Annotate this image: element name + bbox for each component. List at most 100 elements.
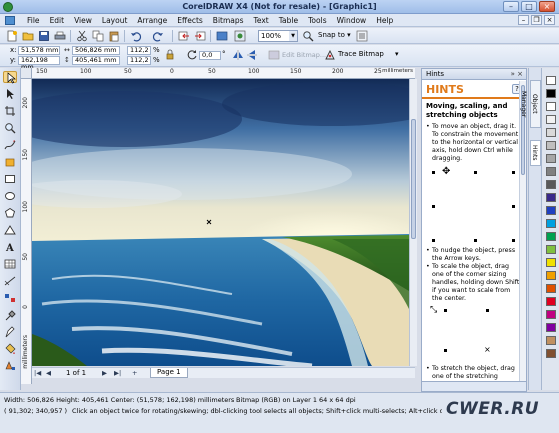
- menu-edit[interactable]: Edit: [45, 16, 70, 25]
- eyedropper-tool-icon[interactable]: [3, 309, 17, 321]
- vertical-scrollbar[interactable]: [409, 79, 417, 366]
- zoom-tool-icon[interactable]: [3, 122, 17, 134]
- parallel-dimension-tool-icon[interactable]: [3, 275, 17, 287]
- angle-field[interactable]: 0,0: [199, 51, 221, 60]
- ruler-origin[interactable]: [21, 68, 32, 79]
- trace-bitmap-button[interactable]: Trace Bitmap: [338, 50, 384, 58]
- minimize-button[interactable]: –: [503, 1, 519, 12]
- text-tool-icon[interactable]: A: [3, 241, 17, 253]
- color-swatch[interactable]: [546, 232, 556, 241]
- color-swatch[interactable]: [546, 336, 556, 345]
- table-tool-icon[interactable]: [3, 258, 17, 270]
- doc-close-button[interactable]: ×: [544, 15, 555, 25]
- welcome-screen-icon[interactable]: [234, 30, 246, 42]
- ellipse-tool-icon[interactable]: [3, 190, 17, 202]
- x-position-field[interactable]: 51,578 mm: [18, 46, 60, 55]
- color-swatch[interactable]: [546, 258, 556, 267]
- color-swatch[interactable]: [546, 180, 556, 189]
- new-document-icon[interactable]: [6, 30, 18, 42]
- mirror-vertical-icon[interactable]: [246, 49, 258, 61]
- application-launcher-icon[interactable]: [216, 30, 228, 42]
- color-swatch[interactable]: [546, 76, 556, 85]
- fill-tool-icon[interactable]: [3, 343, 17, 355]
- redo-icon[interactable]: [152, 30, 164, 42]
- menu-effects[interactable]: Effects: [172, 16, 208, 25]
- color-swatch[interactable]: [546, 297, 556, 306]
- menu-tools[interactable]: Tools: [303, 16, 331, 25]
- color-swatch[interactable]: [546, 193, 556, 202]
- tab-hints[interactable]: Hints: [530, 140, 541, 166]
- menu-text[interactable]: Text: [249, 16, 274, 25]
- color-swatch[interactable]: [546, 284, 556, 293]
- scale-x-field[interactable]: 112,2: [127, 46, 151, 55]
- color-swatch[interactable]: [546, 349, 556, 358]
- color-swatch[interactable]: [546, 154, 556, 163]
- chevron-down-icon[interactable]: ▾: [395, 50, 399, 58]
- color-swatch[interactable]: [546, 102, 556, 111]
- maximize-button[interactable]: □: [521, 1, 537, 12]
- close-button[interactable]: ×: [539, 1, 555, 12]
- color-swatch[interactable]: [546, 89, 556, 98]
- smart-fill-tool-icon[interactable]: [3, 156, 17, 168]
- undo-icon[interactable]: [130, 30, 142, 42]
- docker-controls[interactable]: » ×: [511, 69, 523, 80]
- color-swatch[interactable]: [546, 115, 556, 124]
- menu-arrange[interactable]: Arrange: [132, 16, 172, 25]
- color-swatch[interactable]: [546, 219, 556, 228]
- menu-view[interactable]: View: [69, 16, 97, 25]
- add-page-button[interactable]: +: [132, 369, 137, 377]
- doc-restore-button[interactable]: ❐: [531, 15, 542, 25]
- shape-tool-icon[interactable]: [3, 88, 17, 100]
- polygon-tool-icon[interactable]: [3, 207, 17, 219]
- menu-window[interactable]: Window: [332, 16, 372, 25]
- last-page-button[interactable]: ▶|: [114, 369, 121, 377]
- docker-scrollbar[interactable]: [519, 81, 526, 381]
- crop-tool-icon[interactable]: [3, 105, 17, 117]
- outline-tool-icon[interactable]: [3, 326, 17, 338]
- vertical-ruler[interactable]: 200 150 100 50 0 millimeters: [21, 79, 32, 384]
- color-swatch[interactable]: [546, 323, 556, 332]
- color-swatch[interactable]: [546, 167, 556, 176]
- print-icon[interactable]: [54, 30, 66, 42]
- menu-file[interactable]: File: [22, 16, 45, 25]
- beach-bitmap[interactable]: [32, 79, 409, 366]
- document-icon[interactable]: [5, 16, 15, 25]
- menu-layout[interactable]: Layout: [97, 16, 133, 25]
- cut-icon[interactable]: [76, 30, 88, 42]
- height-field[interactable]: 405,461 mm: [72, 56, 120, 65]
- edit-bitmap-button[interactable]: Edit Bitmap...: [282, 51, 326, 59]
- scale-y-field[interactable]: 112,2: [127, 56, 151, 65]
- options-icon[interactable]: [356, 30, 368, 42]
- snap-to-dropdown[interactable]: Snap to ▾: [318, 31, 351, 39]
- first-page-button[interactable]: |◀: [34, 369, 41, 377]
- rectangle-tool-icon[interactable]: [3, 173, 17, 185]
- interactive-blend-tool-icon[interactable]: [3, 292, 17, 304]
- save-icon[interactable]: [38, 30, 50, 42]
- next-page-button[interactable]: ▶: [102, 369, 107, 377]
- copy-icon[interactable]: [92, 30, 104, 42]
- page-tab[interactable]: Page 1: [150, 368, 188, 378]
- chevron-down-icon[interactable]: ▼: [289, 31, 297, 41]
- color-swatch[interactable]: [546, 271, 556, 280]
- menu-help[interactable]: Help: [371, 16, 398, 25]
- lock-ratio-icon[interactable]: [164, 49, 176, 61]
- import-icon[interactable]: [178, 30, 190, 42]
- color-swatch[interactable]: [546, 141, 556, 150]
- open-icon[interactable]: [22, 30, 34, 42]
- width-field[interactable]: 506,826 mm: [72, 46, 120, 55]
- paste-icon[interactable]: [108, 30, 120, 42]
- tab-object-manager[interactable]: Object Manager: [520, 80, 541, 128]
- doc-minimize-button[interactable]: –: [518, 15, 529, 25]
- basic-shapes-tool-icon[interactable]: [3, 224, 17, 236]
- zoom-icon[interactable]: [302, 30, 314, 42]
- zoom-level-select[interactable]: 100% ▼: [258, 30, 298, 42]
- freehand-tool-icon[interactable]: [3, 139, 17, 151]
- export-icon[interactable]: [194, 30, 206, 42]
- interactive-fill-tool-icon[interactable]: [3, 360, 17, 372]
- drawing-canvas[interactable]: [32, 79, 409, 366]
- color-swatch[interactable]: [546, 245, 556, 254]
- menu-bitmaps[interactable]: Bitmaps: [208, 16, 249, 25]
- scrollbar-thumb[interactable]: [411, 119, 416, 239]
- previous-page-button[interactable]: ◀: [46, 369, 51, 377]
- color-swatch[interactable]: [546, 128, 556, 137]
